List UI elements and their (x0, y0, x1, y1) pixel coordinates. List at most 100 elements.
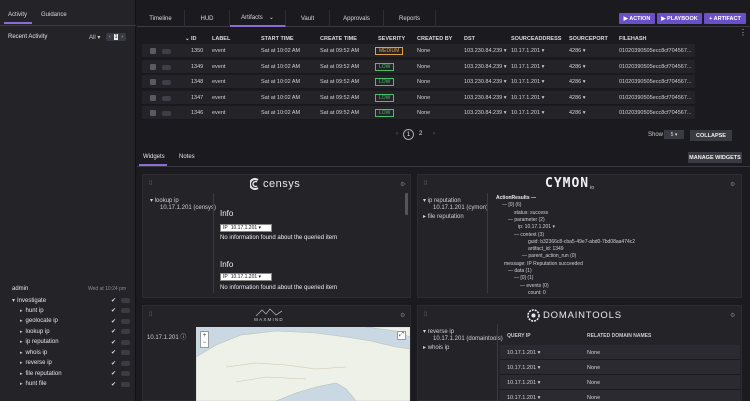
tree-root-investigate[interactable]: ▾ Investigate ✔ (12, 296, 130, 305)
tree-item-file-reputation[interactable]: ▸ file reputation (423, 213, 464, 220)
row-checkbox[interactable] (150, 48, 156, 54)
gear-icon[interactable]: ⚙ (400, 312, 405, 319)
tree-item[interactable]: ▸ file reputation ✔ (20, 369, 130, 378)
table-row[interactable]: 1346 event Sat at 10:02 AM Sat at 09:52 AM N… (142, 106, 695, 120)
cell-port[interactable]: 4286 ▾ (569, 110, 586, 116)
header-label[interactable]: LABEL (212, 36, 230, 42)
manage-widgets-button[interactable]: MANAGE WIDGETS (688, 152, 742, 163)
cell-dst[interactable]: 103.230.84.239 ▾ (464, 64, 507, 70)
playbook-button[interactable]: ▶ PLAYBOOK (657, 13, 702, 24)
more-icon[interactable] (121, 308, 130, 313)
collapse-button[interactable]: COLLAPSE (690, 130, 732, 141)
cell-port[interactable]: 4286 ▾ (569, 79, 586, 85)
table-row[interactable]: 1349 event Sat at 10:02 AM Sat at 09:52 AM N… (142, 59, 695, 74)
more-icon[interactable] (121, 350, 130, 355)
header-severity[interactable]: SEVERITY (378, 36, 405, 42)
more-icon[interactable] (121, 371, 130, 376)
table-row[interactable]: 1350 event Sat at 10:02 AM Sat at 09:52 AM N… (142, 44, 695, 58)
pager-next-button[interactable]: › (121, 34, 123, 40)
tab-vault[interactable]: Vault (286, 10, 330, 27)
row-checkbox[interactable] (150, 79, 156, 85)
tree-item[interactable]: ▸ lookup ip ✔ (20, 327, 130, 336)
column-related-domains[interactable]: RELATED DOMAIN NAMES (587, 333, 651, 339)
grip-icon[interactable]: ⁞⁞ (424, 312, 427, 318)
header-created-by[interactable]: CREATED BY (417, 36, 452, 42)
grip-icon[interactable]: ⁞⁞ (149, 181, 152, 187)
header-filehash[interactable]: FILEHASH (619, 36, 647, 42)
tab-activity[interactable]: Activity (8, 12, 27, 18)
zoom-out-icon[interactable]: − (203, 340, 207, 346)
row-checkbox[interactable] (150, 63, 156, 70)
row-menu-icon[interactable] (162, 95, 171, 101)
kebab-menu-icon[interactable]: ⋮ (739, 29, 747, 37)
tree-item[interactable]: ▸ reverse ip ✔ (20, 359, 130, 368)
header-sort-icon[interactable]: ⌄ (185, 36, 190, 42)
row-menu-icon[interactable] (162, 111, 171, 116)
ip-dropdown[interactable]: 10.17.1.201 ▾ (231, 274, 261, 280)
cell-query-ip[interactable]: 10.17.1.201 ▾ (507, 380, 540, 386)
action-button[interactable]: ▶ ACTION (619, 13, 655, 24)
tree-item[interactable]: ▸ whois ip ✔ (20, 348, 130, 357)
page-prev-button[interactable]: ‹ (396, 131, 398, 137)
cell-dst[interactable]: 103.230.84.239 ▾ (464, 110, 507, 116)
tree-item-lookup-ip[interactable]: ▾ lookup ip (150, 197, 179, 204)
gear-icon[interactable]: ⚙ (730, 312, 735, 319)
page-1-button[interactable]: 1 (403, 129, 414, 140)
cell-dst[interactable]: 103.230.84.239 ▾ (464, 79, 507, 85)
header-id[interactable]: ID (191, 36, 197, 42)
row-menu-icon[interactable] (162, 80, 171, 85)
tree-item[interactable]: ▸ hunt file ✔ (20, 380, 130, 389)
cell-port[interactable]: 4286 ▾ (569, 95, 586, 101)
cell-src[interactable]: 10.17.1.201 ▾ (511, 95, 544, 101)
cell-src[interactable]: 10.17.1.201 ▾ (511, 110, 544, 116)
tree-item-reverse-ip[interactable]: ▾ reverse ip (423, 328, 454, 335)
tab-widgets[interactable]: Widgets (143, 154, 165, 160)
header-sourceaddress[interactable]: SOURCEADDRESS (511, 36, 561, 42)
row-checkbox[interactable] (150, 110, 156, 116)
page-2-button[interactable]: 2 (419, 131, 422, 137)
recent-filter-dropdown[interactable]: All ▾ (89, 34, 100, 41)
cell-src[interactable]: 10.17.1.201 ▾ (511, 79, 544, 85)
column-query-ip[interactable]: QUERY IP (507, 333, 531, 339)
pager-prev-button[interactable]: ‹ (109, 34, 111, 40)
tree-item[interactable]: ▸ ip reputation ✔ (20, 338, 130, 347)
tab-timeline[interactable]: Timeline (137, 10, 185, 27)
header-create-time[interactable]: CREATE TIME (320, 36, 357, 42)
cell-port[interactable]: 4286 ▾ (569, 48, 586, 54)
more-icon[interactable] (121, 339, 130, 345)
world-map[interactable]: ⤢ + − (196, 327, 410, 401)
cell-query-ip[interactable]: 10.17.1.201 ▾ (507, 350, 540, 356)
tree-item-ip-reputation[interactable]: ▾ ip reputation (423, 197, 461, 204)
more-icon[interactable] (121, 329, 130, 334)
cell-port[interactable]: 4286 ▾ (569, 64, 586, 70)
table-row[interactable]: 1347 event Sat at 10:02 AM Sat at 09:52 AM N… (142, 90, 695, 105)
cell-src[interactable]: 10.17.1.201 ▾ (511, 64, 544, 70)
tree-item[interactable]: ▸ geolocate ip ✔ (20, 317, 130, 326)
tree-item[interactable]: ▸ hunt ip ✔ (20, 306, 130, 315)
tree-item-cymon-result[interactable]: 10.17.1.201 (cymon) (433, 205, 488, 211)
scrollbar-thumb[interactable] (405, 193, 408, 215)
row-menu-icon[interactable] (162, 49, 171, 54)
tab-hud[interactable]: HUD (185, 10, 230, 27)
row-checkbox[interactable] (150, 94, 156, 101)
grip-icon[interactable]: ⁞⁞ (424, 181, 427, 187)
page-next-button[interactable]: › (433, 131, 435, 137)
ip-dropdown[interactable]: 10.17.1.201 ▾ (231, 225, 261, 231)
cell-dst[interactable]: 103.230.84.239 ▾ (464, 95, 507, 101)
gear-icon[interactable]: ⚙ (400, 181, 405, 188)
chevron-down-icon[interactable]: ⌄ (269, 14, 274, 21)
cell-src[interactable]: 10.17.1.201 ▾ (511, 48, 544, 54)
cell-dst[interactable]: 103.230.84.239 ▾ (464, 48, 507, 54)
more-icon[interactable] (121, 298, 130, 303)
table-row[interactable]: 1348 event Sat at 10:02 AM Sat at 09:52 AM N… (142, 75, 695, 89)
tree-item-domaintools-result[interactable]: 10.17.1.201 (domaintools) (433, 336, 503, 342)
tab-artifacts[interactable]: Artifacts ⌄ (230, 10, 286, 27)
page-size-select[interactable]: 5 ▾ (664, 130, 684, 139)
fullscreen-icon[interactable]: ⤢ (397, 331, 406, 340)
zoom-in-icon[interactable]: + (203, 333, 207, 339)
zoom-control[interactable]: + − (200, 331, 209, 348)
row-menu-icon[interactable] (162, 64, 171, 70)
tree-item-censys-result[interactable]: 10.17.1.201 (censys) (160, 205, 216, 211)
more-icon[interactable] (121, 318, 130, 324)
tree-item-whois-ip[interactable]: ▸ whois ip (423, 344, 449, 351)
